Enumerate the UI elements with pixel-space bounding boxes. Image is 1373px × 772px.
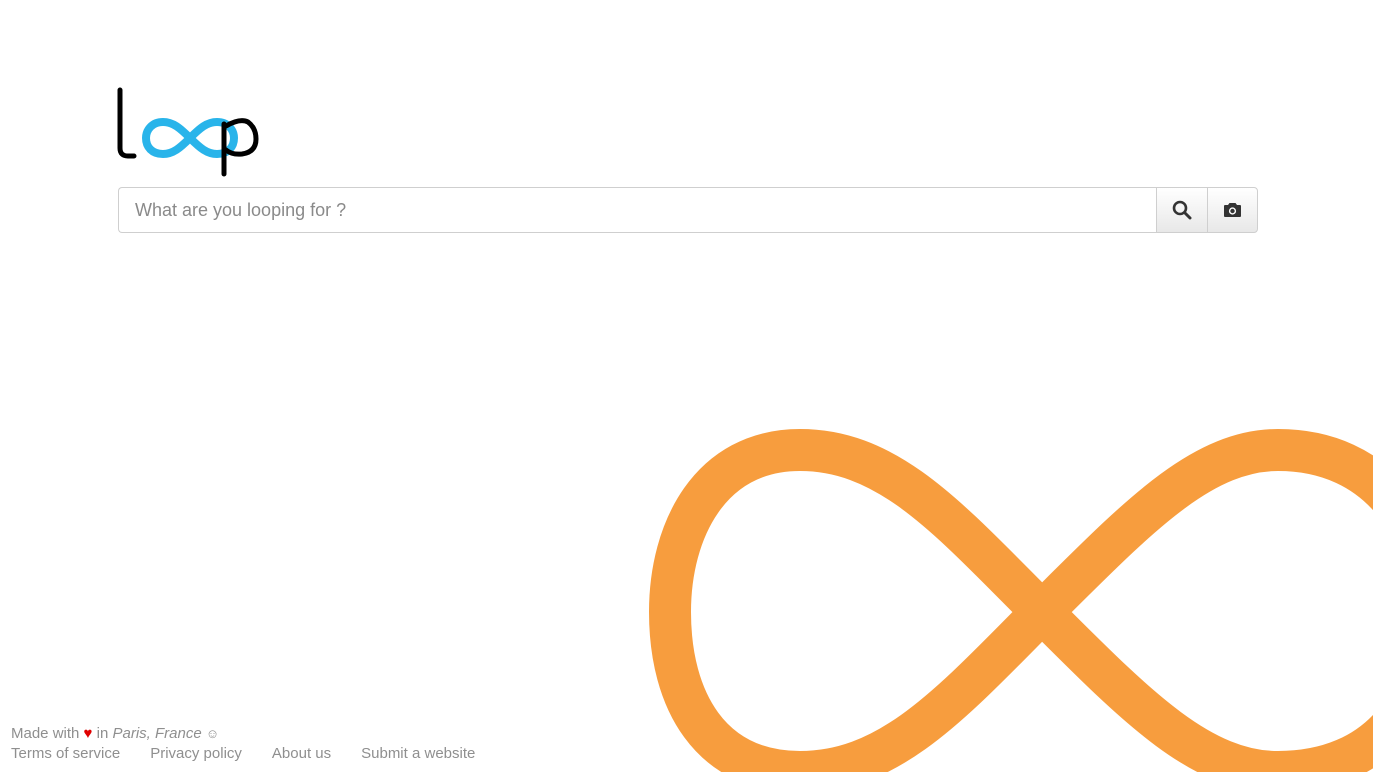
in-text: in <box>96 725 109 742</box>
footer: Made with ♥ in Paris, France ☺ Terms of … <box>11 724 475 764</box>
search-icon <box>1172 200 1192 220</box>
made-with-text: Made with <box>11 725 80 742</box>
footer-links: Terms of service Privacy policy About us… <box>11 744 475 764</box>
made-with-line: Made with ♥ in Paris, France ☺ <box>11 724 475 744</box>
heart-icon: ♥ <box>83 725 93 742</box>
about-us-link[interactable]: About us <box>272 744 331 764</box>
camera-search-button[interactable] <box>1207 187 1258 233</box>
camera-icon <box>1224 203 1241 217</box>
privacy-policy-link[interactable]: Privacy policy <box>150 744 242 764</box>
submit-website-link[interactable]: Submit a website <box>361 744 475 764</box>
page: Made with ♥ in Paris, France ☺ Terms of … <box>0 0 1373 772</box>
location-text: Paris, France <box>112 725 202 742</box>
terms-of-service-link[interactable]: Terms of service <box>11 744 120 764</box>
smile-icon: ☺ <box>205 726 220 741</box>
search-button[interactable] <box>1156 187 1207 233</box>
loop-logo <box>117 87 259 177</box>
search-bar <box>118 187 1258 233</box>
search-input[interactable] <box>118 187 1156 233</box>
